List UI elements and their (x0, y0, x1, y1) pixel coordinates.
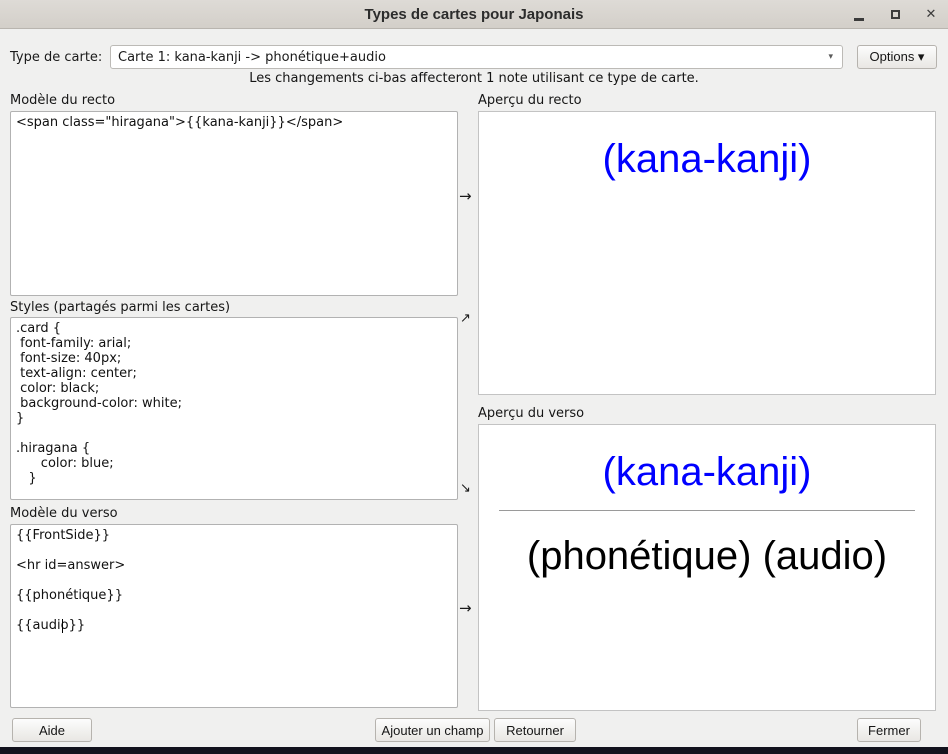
back-preview-answer: (phonétique) (audio) (479, 533, 935, 579)
titlebar: Types de cartes pour Japonais ✕ (0, 0, 948, 29)
window-title: Types de cartes pour Japonais (365, 6, 584, 23)
back-template-arrow-icon: → (459, 601, 472, 616)
answer-divider (499, 510, 915, 511)
close-window-button[interactable]: ✕ (920, 4, 942, 26)
close-dialog-button[interactable]: Fermer (857, 718, 921, 742)
front-template-arrow-icon: → (459, 189, 472, 204)
minimize-icon (854, 18, 864, 21)
styles-down-arrow-icon: ↘ (460, 482, 471, 495)
back-template-editor[interactable]: {{FrontSide}} <hr id=answer> {{phonétiqu… (10, 524, 458, 708)
maximize-icon (891, 10, 900, 19)
preview-back-label: Aperçu du verso (478, 406, 584, 421)
window-controls: ✕ (848, 0, 942, 29)
front-preview-question: (kana-kanji) (479, 136, 935, 182)
front-preview-panel: (kana-kanji) (478, 111, 936, 395)
back-template-label: Modèle du verso (10, 506, 118, 521)
preview-front-label: Aperçu du recto (478, 93, 582, 108)
styles-editor[interactable]: .card { font-family: arial; font-size: 4… (10, 317, 458, 500)
chevron-down-icon: ▾ (828, 52, 833, 62)
card-type-selected-value: Carte 1: kana-kanji -> phonétique+audio (118, 50, 386, 65)
front-template-editor[interactable]: <span class="hiragana">{{kana-kanji}}</s… (10, 111, 458, 296)
help-button[interactable]: Aide (12, 718, 92, 742)
options-button[interactable]: Options ▾ (857, 45, 937, 69)
card-type-label: Type de carte: (10, 50, 102, 65)
styles-label: Styles (partagés parmi les cartes) (10, 300, 230, 315)
background-strip (0, 747, 948, 754)
changes-note: Les changements ci-bas affecteront 1 not… (0, 71, 948, 86)
flip-button[interactable]: Retourner (494, 718, 576, 742)
card-type-select[interactable]: Carte 1: kana-kanji -> phonétique+audio … (110, 45, 843, 69)
back-preview-question: (kana-kanji) (479, 449, 935, 495)
maximize-button[interactable] (884, 4, 906, 26)
close-icon: ✕ (926, 8, 937, 21)
minimize-button[interactable] (848, 4, 870, 26)
add-field-button[interactable]: Ajouter un champ (375, 718, 490, 742)
back-preview-panel: (kana-kanji) (phonétique) (audio) (478, 424, 936, 711)
front-template-label: Modèle du recto (10, 93, 115, 108)
styles-up-arrow-icon: ↗ (460, 312, 471, 325)
